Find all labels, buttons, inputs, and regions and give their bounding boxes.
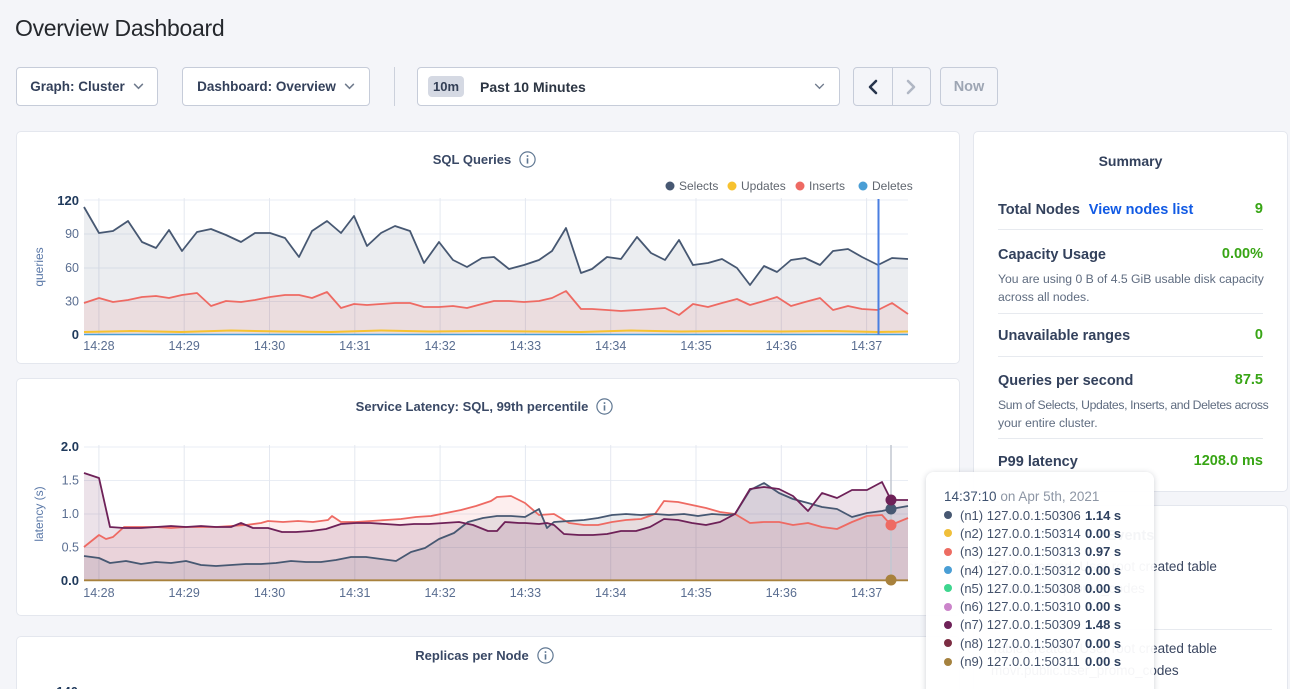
svg-text:14:32: 14:32	[424, 339, 455, 353]
svg-text:14:37: 14:37	[851, 586, 882, 600]
svg-text:1.0: 1.0	[62, 507, 79, 521]
svg-text:120: 120	[57, 193, 79, 208]
svg-text:14:29: 14:29	[169, 586, 200, 600]
svg-text:14:29: 14:29	[169, 339, 200, 353]
svg-text:14:36: 14:36	[766, 586, 797, 600]
svg-text:14:36: 14:36	[766, 339, 797, 353]
svg-text:14:33: 14:33	[510, 339, 541, 353]
svg-text:Deletes: Deletes	[872, 179, 913, 193]
svg-text:Selects: Selects	[679, 179, 718, 193]
svg-text:14:34: 14:34	[595, 339, 626, 353]
svg-text:0.0: 0.0	[61, 573, 79, 588]
svg-text:2.0: 2.0	[61, 439, 79, 454]
svg-text:latency (s): latency (s)	[32, 486, 46, 541]
svg-text:0.5: 0.5	[62, 541, 79, 555]
svg-text:14:32: 14:32	[424, 586, 455, 600]
svg-text:90: 90	[65, 227, 79, 241]
svg-text:14:28: 14:28	[83, 586, 114, 600]
svg-text:14:33: 14:33	[510, 586, 541, 600]
svg-text:14:34: 14:34	[595, 586, 626, 600]
svg-text:1.5: 1.5	[62, 474, 79, 488]
svg-text:14:30: 14:30	[254, 339, 285, 353]
svg-text:14:35: 14:35	[680, 586, 711, 600]
svg-text:60: 60	[65, 261, 79, 275]
svg-text:Updates: Updates	[741, 179, 786, 193]
svg-text:14:37: 14:37	[851, 339, 882, 353]
svg-text:queries: queries	[32, 247, 46, 286]
svg-text:14:30: 14:30	[254, 586, 285, 600]
svg-text:Inserts: Inserts	[809, 179, 845, 193]
svg-text:14:31: 14:31	[339, 339, 370, 353]
svg-text:30: 30	[65, 295, 79, 309]
svg-text:14:35: 14:35	[680, 339, 711, 353]
svg-text:0: 0	[72, 327, 79, 342]
svg-text:14:28: 14:28	[83, 339, 114, 353]
svg-text:14:31: 14:31	[339, 586, 370, 600]
